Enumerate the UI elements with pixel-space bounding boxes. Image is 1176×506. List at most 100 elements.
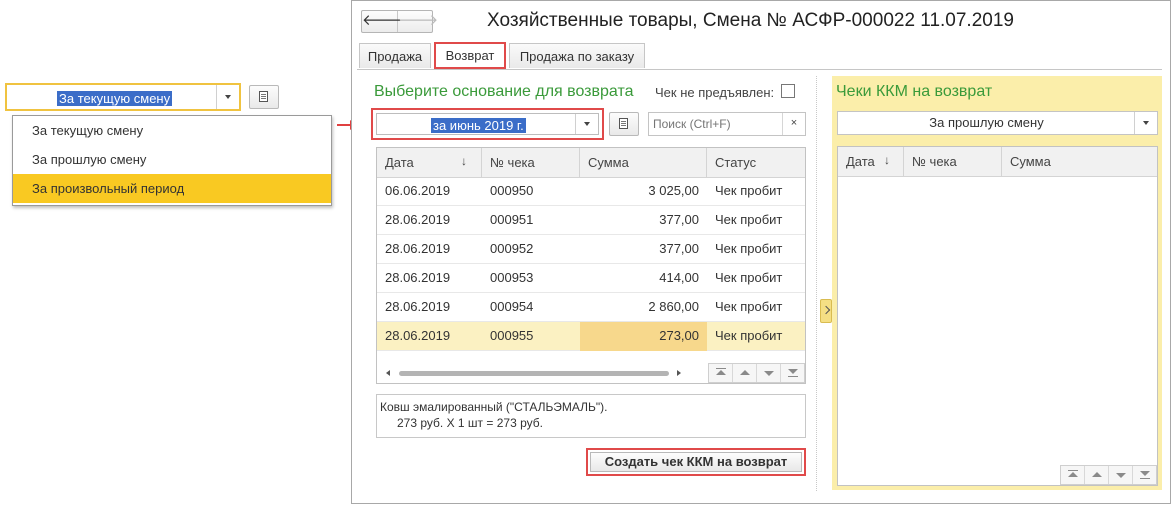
cell-sum: 414,00 — [659, 270, 699, 285]
forward-arrow-icon[interactable]: 🡒 — [398, 11, 438, 32]
page-up-icon[interactable] — [1085, 466, 1109, 484]
receipts-table: Дата ↓ № чека Сумма Статус 06.06.2019 000… — [376, 147, 806, 384]
table-row[interactable]: 28.06.2019 000955 273,00 Чек пробит — [377, 322, 805, 351]
choose-document-button[interactable] — [249, 85, 279, 109]
item-description: Ковш эмалированный ("СТАЛЬЭМАЛЬ"). 273 р… — [376, 394, 806, 438]
cell-status: Чек пробит — [715, 328, 783, 343]
column-header-date[interactable]: Дата ↓ — [377, 148, 482, 177]
chevron-right-icon — [821, 305, 831, 315]
cell-sum: 273,00 — [580, 322, 707, 351]
page-up-icon[interactable] — [733, 364, 757, 382]
go-first-icon[interactable] — [709, 364, 733, 382]
clear-search-icon[interactable]: × — [782, 113, 805, 135]
callout-arrow-line — [337, 124, 351, 126]
column-header-date[interactable]: Дата ↓ — [838, 147, 904, 176]
bar — [716, 368, 726, 369]
table-row[interactable]: 06.06.2019 000950 3 025,00 Чек пробит — [377, 177, 805, 206]
dropdown-option-previous-shift[interactable]: За прошлую смену — [13, 145, 331, 174]
up-triangle — [1068, 472, 1078, 477]
column-header-label: Дата — [385, 155, 414, 170]
up-triangle — [1092, 472, 1102, 477]
table-row[interactable]: 28.06.2019 000951 377,00 Чек пробит — [377, 206, 805, 235]
down-triangle — [1116, 473, 1126, 478]
horizontal-scrollbar[interactable] — [377, 364, 699, 383]
column-header-sum[interactable]: Сумма — [1002, 147, 1157, 176]
window-title: Хозяйственные товары, Смена № АСФР-00002… — [487, 10, 1014, 31]
search-field: × — [648, 112, 806, 136]
search-input[interactable] — [653, 115, 781, 133]
combo-selected-text: За прошлую смену — [929, 115, 1044, 130]
period-dropdown-list: За текущую смену За прошлую смену За про… — [12, 115, 332, 206]
cell-number: 000952 — [490, 241, 534, 256]
bar — [788, 376, 798, 377]
cell-date: 28.06.2019 — [385, 328, 451, 343]
column-header-label: Дата — [846, 154, 875, 169]
choose-document-button[interactable] — [609, 112, 639, 136]
down-triangle — [788, 369, 798, 374]
scroll-left-icon[interactable] — [386, 370, 390, 376]
go-first-icon[interactable] — [1061, 466, 1085, 484]
create-return-receipt-button[interactable]: Создать чек ККМ на возврат — [586, 448, 806, 476]
chevron-down-icon — [225, 95, 231, 99]
column-header-status[interactable]: Статус — [707, 148, 805, 177]
cell-status: Чек пробит — [715, 212, 783, 227]
table-row[interactable]: 28.06.2019 000953 414,00 Чек пробит — [377, 264, 805, 293]
column-header-sum[interactable]: Сумма — [580, 148, 707, 177]
up-triangle — [716, 370, 726, 375]
scrollbar-thumb[interactable] — [399, 371, 669, 376]
sort-down-icon: ↓ — [461, 154, 467, 168]
cell-number: 000951 — [490, 212, 534, 227]
cell-status: Чек пробит — [715, 183, 783, 198]
back-arrow-icon[interactable]: 🡐 — [362, 11, 402, 32]
go-last-icon[interactable] — [1133, 466, 1157, 484]
table-row[interactable]: 28.06.2019 000954 2 860,00 Чек пробит — [377, 293, 805, 322]
tab-sale[interactable]: Продажа — [359, 43, 431, 68]
combo-field: за июнь 2019 г. — [376, 113, 599, 135]
document-icon — [259, 91, 268, 102]
dropdown-option-custom-period[interactable]: За произвольный период — [13, 174, 331, 203]
cell-sum: 377,00 — [659, 212, 699, 227]
scroll-right-icon[interactable] — [677, 370, 681, 376]
table-row[interactable]: 28.06.2019 000952 377,00 Чек пробит — [377, 235, 805, 264]
select-basis-title: Выберите основание для возврата — [374, 83, 634, 100]
collapse-panel-button[interactable] — [820, 299, 832, 323]
return-period-combo[interactable]: за июнь 2019 г. — [371, 108, 604, 140]
cell-sum: 377,00 — [659, 241, 699, 256]
combo-dropdown-button[interactable] — [1134, 112, 1157, 134]
panel-splitter[interactable] — [816, 76, 817, 491]
tab-sale-by-order[interactable]: Продажа по заказу — [509, 43, 645, 68]
column-header-number[interactable]: № чека — [482, 148, 580, 177]
return-receipts-period-combo[interactable]: За прошлую смену — [837, 111, 1158, 135]
cell-date: 06.06.2019 — [385, 183, 451, 198]
shift-period-combo[interactable]: За текущую смену — [5, 83, 241, 111]
return-receipts-table: Дата ↓ № чека Сумма — [837, 146, 1158, 486]
page-down-icon[interactable] — [1109, 466, 1133, 484]
cell-date: 28.06.2019 — [385, 212, 451, 227]
table-navigation-buttons — [708, 363, 805, 383]
bar — [1140, 478, 1150, 479]
cell-sum: 3 025,00 — [648, 183, 699, 198]
page-down-icon[interactable] — [757, 364, 781, 382]
cell-status: Чек пробит — [715, 270, 783, 285]
down-triangle — [764, 371, 774, 376]
combo-dropdown-button[interactable] — [575, 114, 598, 134]
tab-bar: Продажа Возврат Продажа по заказу — [357, 41, 1162, 70]
cell-date: 28.06.2019 — [385, 299, 451, 314]
combo-selected-text: за июнь 2019 г. — [431, 118, 526, 133]
combo-dropdown-button[interactable] — [216, 85, 239, 109]
dropdown-option-current-shift[interactable]: За текущую смену — [13, 116, 331, 145]
cell-number: 000953 — [490, 270, 534, 285]
chevron-down-icon — [1143, 121, 1149, 125]
go-last-icon[interactable] — [781, 364, 805, 382]
column-header-number[interactable]: № чека — [904, 147, 1002, 176]
receipt-not-presented-checkbox[interactable] — [781, 84, 795, 98]
document-icon — [619, 118, 628, 129]
cell-number: 000955 — [490, 328, 534, 343]
navigation-buttons: 🡐 🡒 — [361, 10, 438, 33]
table-navigation-buttons — [1060, 465, 1157, 485]
up-triangle — [740, 370, 750, 375]
tab-return[interactable]: Возврат — [434, 42, 506, 69]
receipt-not-presented-label: Чек не предъявлен: — [655, 85, 775, 100]
chevron-down-icon — [584, 122, 590, 126]
description-line-1: Ковш эмалированный ("СТАЛЬЭМАЛЬ"). — [380, 400, 608, 414]
